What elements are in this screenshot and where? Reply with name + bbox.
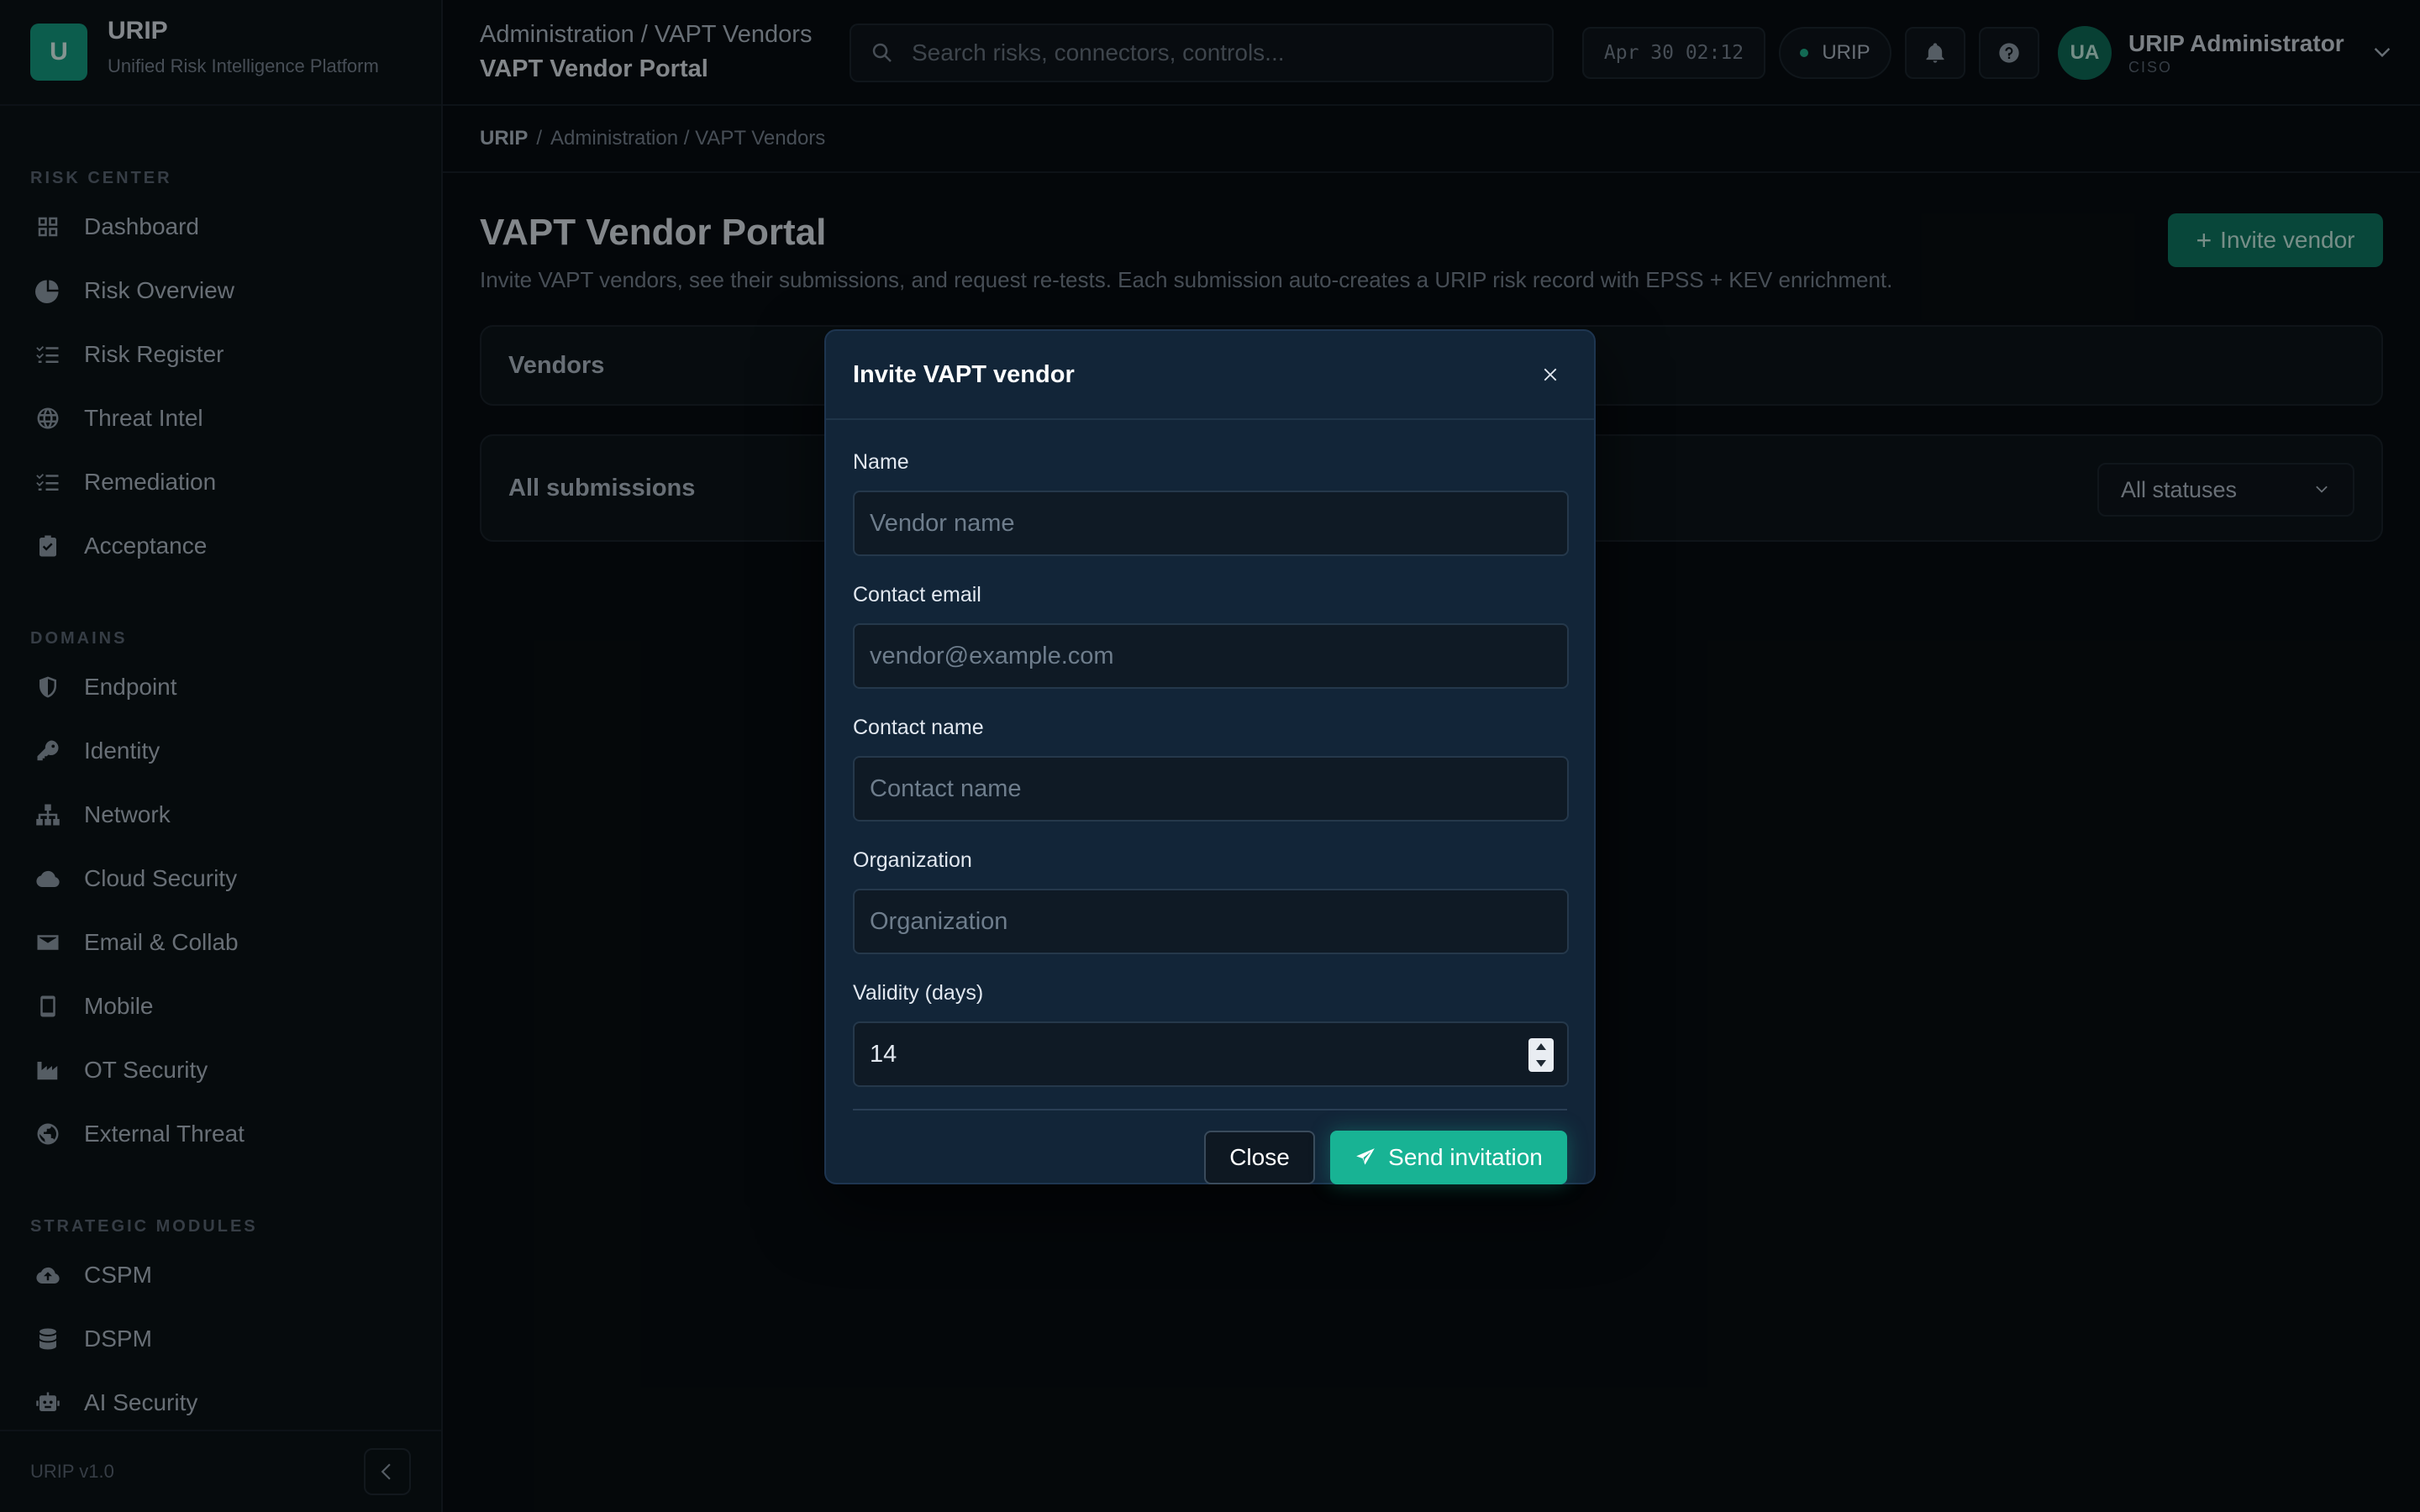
organization-field: Organization bbox=[853, 848, 1569, 954]
validity-days-input[interactable] bbox=[870, 1040, 1508, 1068]
spinner-down-icon[interactable] bbox=[1534, 1058, 1548, 1068]
organization-input[interactable] bbox=[870, 907, 1508, 936]
name-field: Name bbox=[853, 450, 1569, 556]
modal-close-button[interactable] bbox=[1534, 358, 1567, 391]
invite-vendor-modal: Invite VAPT vendor Name Contact email Co… bbox=[824, 329, 1596, 1184]
send-invitation-button[interactable]: Send invitation bbox=[1330, 1131, 1567, 1184]
contact-email-input[interactable] bbox=[870, 642, 1508, 670]
modal-title: Invite VAPT vendor bbox=[853, 360, 1075, 388]
contact-name-input[interactable] bbox=[870, 774, 1508, 803]
validity-label: Validity (days) bbox=[853, 981, 984, 1005]
contact-email-label: Contact email bbox=[853, 583, 981, 606]
close-icon bbox=[1544, 368, 1557, 381]
contact-name-label: Contact name bbox=[853, 716, 984, 739]
validity-field: Validity (days) bbox=[853, 981, 1569, 1087]
vendor-name-input[interactable] bbox=[870, 509, 1508, 538]
number-spinner[interactable] bbox=[1528, 1038, 1554, 1072]
close-button[interactable]: Close bbox=[1204, 1131, 1315, 1184]
paper-plane-icon bbox=[1356, 1148, 1375, 1165]
modal-header: Invite VAPT vendor bbox=[826, 331, 1594, 420]
send-invitation-label: Send invitation bbox=[1388, 1144, 1543, 1170]
modal-body: Name Contact email Contact name Organiza… bbox=[826, 420, 1594, 1110]
organization-label: Organization bbox=[853, 848, 972, 872]
name-label: Name bbox=[853, 450, 909, 474]
modal-footer: Close Send invitation bbox=[826, 1110, 1594, 1184]
contact-email-field: Contact email bbox=[853, 583, 1569, 689]
spinner-up-icon[interactable] bbox=[1534, 1042, 1548, 1052]
contact-name-field: Contact name bbox=[853, 716, 1569, 822]
